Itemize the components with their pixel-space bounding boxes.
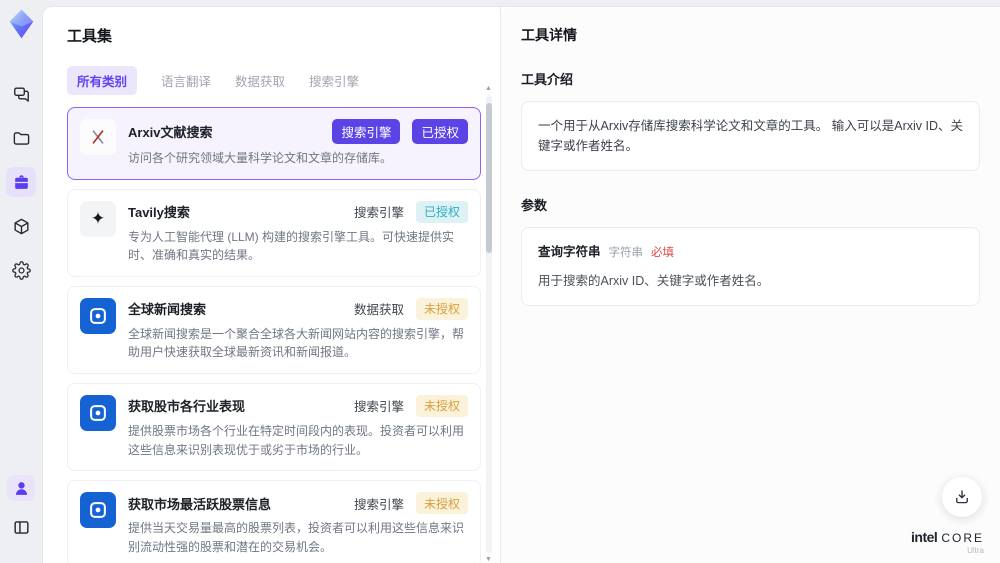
param-box: 查询字符串 字符串 必填 用于搜索的Arxiv ID、关键字或作者姓名。 [521, 227, 980, 307]
tool-name: Tavily搜索 [128, 205, 190, 221]
page-title: 工具集 [67, 28, 113, 45]
category-badge: 搜索引擎 [353, 206, 404, 221]
param-description: 用于搜索的Arxiv ID、关键字或作者姓名。 [538, 274, 770, 289]
param-type: 字符串 [608, 247, 644, 259]
scrollbar-thumb[interactable] [486, 103, 492, 253]
tab-label: 所有类别 [77, 75, 128, 89]
download-button[interactable] [942, 477, 982, 517]
main-panel: 工具集 所有类别 语言翻译 数据获取 搜索引擎 Arxiv文献搜索 搜索引擎 已… [42, 6, 1000, 563]
download-icon [956, 490, 968, 504]
auth-status-badge: 未授权 [415, 394, 468, 417]
tool-card[interactable]: ✦ 获取市场最活跃股票信息 [67, 480, 481, 563]
auth-status-badge: 已授权 [415, 200, 468, 223]
category-tab[interactable]: 语言翻译 [161, 66, 211, 95]
panel-toggle-icon [13, 520, 29, 534]
auth-status-badge: 未授权 [415, 492, 468, 515]
sidebar-item-settings[interactable] [6, 255, 36, 285]
tool-description: 全球新闻搜索是一个聚合全球各大新闻网站内容的搜索引擎，帮助用户快速获取全球最新资… [128, 326, 465, 360]
tool-description: 提供股票市场各个行业在特定时间段内的表现。投资者可以利用这些信息来识别表现优于或… [128, 423, 465, 457]
cube-icon [13, 218, 29, 234]
param-name: 查询字符串 [538, 245, 601, 259]
scroll-up-arrow[interactable]: ▲ [485, 85, 492, 92]
intro-box: 一个用于从Arxiv存储库搜索科学论文和文章的工具。 输入可以是Arxiv ID… [521, 101, 980, 171]
list-scrollbar[interactable]: ▲ ▼ [485, 85, 492, 563]
category-badge: 搜索引擎 [353, 400, 404, 415]
tool-card[interactable]: ✦ Arxiv文献搜索 [67, 107, 481, 180]
param-required-badge: 必填 [651, 247, 675, 259]
sidebar-item-files[interactable] [6, 123, 36, 153]
arxiv-icon [92, 130, 104, 144]
intel-core-logo: intel CORE Ultra [911, 529, 984, 555]
sidebar-item-models[interactable] [6, 211, 36, 241]
tool-description: 提供当天交易量最高的股票列表，投资者可以利用这些信息来识别流动性强的股票和潜在的… [128, 521, 465, 554]
tool-icon: ✦ [80, 492, 116, 529]
user-icon [15, 481, 27, 495]
category-tabs: 所有类别 语言翻译 数据获取 搜索引擎 [67, 66, 500, 95]
brand-sub: Ultra [967, 546, 984, 555]
brand-intel: intel [911, 529, 938, 545]
user-profile-button[interactable] [7, 475, 35, 501]
category-badge: 搜索引擎 [332, 119, 401, 144]
detail-title: 工具详情 [521, 27, 577, 43]
category-tab[interactable]: 搜索引擎 [309, 66, 359, 95]
tool-name: 获取市场最活跃股票信息 [128, 496, 272, 512]
tab-label: 搜索引擎 [309, 75, 360, 89]
scroll-down-arrow[interactable]: ▼ [485, 556, 492, 563]
tool-icon: ✦ [80, 200, 116, 237]
auth-status-badge: 未授权 [415, 297, 468, 320]
tool-icon: ✦ [80, 119, 116, 155]
tool-name: Arxiv文献搜索 [128, 125, 213, 140]
sidebar-rail [0, 0, 42, 563]
tab-label: 语言翻译 [161, 75, 212, 89]
news-search-icon [90, 502, 106, 519]
tavily-sparkle-icon: ✦ [90, 209, 106, 229]
news-search-icon [90, 405, 106, 421]
tool-icon: ✦ [80, 394, 116, 431]
category-tab[interactable]: 所有类别 [67, 66, 138, 95]
category-badge: 搜索引擎 [353, 497, 404, 512]
folder-icon [13, 131, 29, 145]
tool-list: ✦ Arxiv文献搜索 [67, 107, 481, 563]
category-badge: 数据获取 [353, 303, 404, 318]
app-logo [9, 9, 33, 39]
gear-icon [11, 260, 31, 280]
intro-heading: 工具介绍 [521, 72, 574, 87]
tool-card[interactable]: ✦ Tavily搜索 搜索引擎 已授权 专为人工智能代理 (LLM) 构建的搜索… [67, 188, 481, 277]
tool-description: 访问各个研究领域大量科学论文和文章的存储库。 [128, 151, 393, 165]
params-heading: 参数 [521, 198, 548, 213]
category-tab[interactable]: 数据获取 [235, 66, 285, 95]
news-search-icon [90, 307, 106, 324]
tab-label: 数据获取 [235, 75, 286, 89]
collapse-sidebar-button[interactable] [6, 512, 36, 542]
chat-icon [13, 86, 29, 102]
tool-detail-pane: 工具详情 工具介绍 一个用于从Arxiv存储库搜索科学论文和文章的工具。 输入可… [501, 7, 1000, 563]
tool-card[interactable]: ✦ 获取股市各行业表现 [67, 382, 481, 472]
briefcase-icon [14, 174, 28, 189]
sidebar-item-tools[interactable] [6, 167, 36, 197]
tool-icon: ✦ [80, 297, 116, 334]
tool-name: 获取股市各行业表现 [128, 399, 246, 415]
auth-status-badge: 已授权 [412, 119, 468, 144]
sidebar-item-chat[interactable] [6, 79, 36, 109]
tool-card[interactable]: ✦ 全球新闻搜索 [67, 285, 481, 374]
tool-name: 全球新闻搜索 [128, 302, 207, 318]
tool-description: 专为人工智能代理 (LLM) 构建的搜索引擎工具。可快速提供实时、准确和真实的结… [128, 229, 455, 263]
tool-list-pane: 工具集 所有类别 语言翻译 数据获取 搜索引擎 Arxiv文献搜索 搜索引擎 已… [43, 7, 501, 563]
brand-core: CORE [941, 531, 984, 545]
